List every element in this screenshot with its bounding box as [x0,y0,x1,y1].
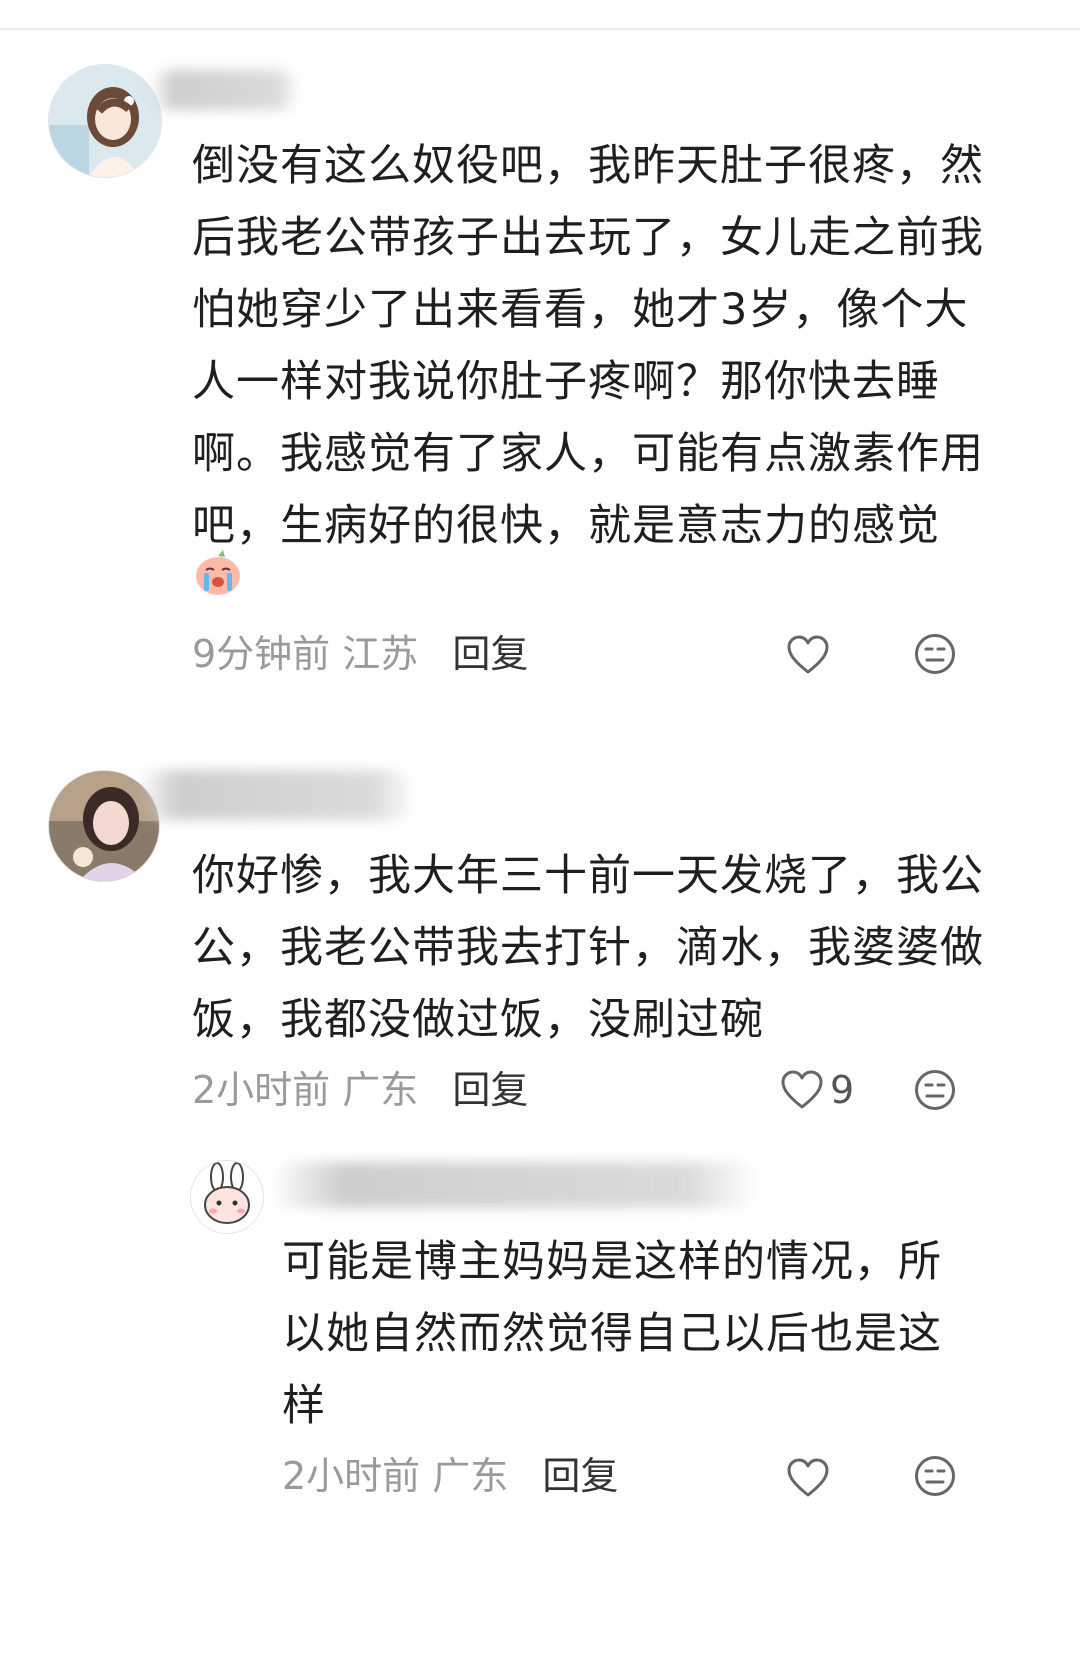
comment-meta: 2小时前 广东 回复 [282,1452,618,1500]
comment-location: 广东 [342,1068,419,1112]
heart-outline-icon [787,1458,829,1497]
username-blurred[interactable] [150,70,300,110]
avatar[interactable] [48,64,162,178]
crying-peach-sticker [192,546,244,598]
comment-meta: 2小时前 广东 回复 [192,1066,528,1114]
heart-outline-icon [787,635,829,674]
comment-text: 倒没有这么奴役吧，我昨天肚子很疼，然后我老公带孩子出去玩了，女儿走之前我怕她穿少… [192,141,984,551]
comment-text: 可能是博主妈妈是这样的情况，所以她自然而然觉得自己以后也是这样 [282,1237,942,1431]
comment-location: 广东 [432,1454,509,1498]
comment-text: 你好惨，我大年三十前一天发烧了，我公公，我老公带我去打针，滴水，我婆婆做饭，我都… [192,851,984,1045]
dislike-button[interactable] [914,1455,956,1501]
like-button[interactable] [786,632,836,678]
meh-face-icon [915,1070,955,1110]
dislike-button[interactable] [914,1069,956,1115]
meh-face-icon [915,634,955,674]
comment-time: 2小时前 [192,1068,331,1112]
reply-button[interactable]: 回复 [542,1454,618,1498]
username-blurred[interactable] [136,770,416,820]
like-button[interactable]: 9 [780,1067,854,1113]
heart-outline-icon [781,1070,823,1109]
reply-button[interactable]: 回复 [452,632,528,676]
comment-time: 9分钟前 [192,632,331,676]
comment-location: 江苏 [342,632,419,676]
like-button[interactable] [786,1455,836,1501]
comment-meta: 9分钟前 江苏 回复 [192,630,528,678]
username-blurred[interactable] [270,1162,760,1208]
top-divider [0,28,1080,30]
dislike-button[interactable] [914,633,956,679]
avatar[interactable] [190,1160,264,1234]
reply-button[interactable]: 回复 [452,1068,528,1112]
comment-time: 2小时前 [282,1454,421,1498]
like-count: 9 [830,1068,855,1112]
meh-face-icon [915,1456,955,1496]
